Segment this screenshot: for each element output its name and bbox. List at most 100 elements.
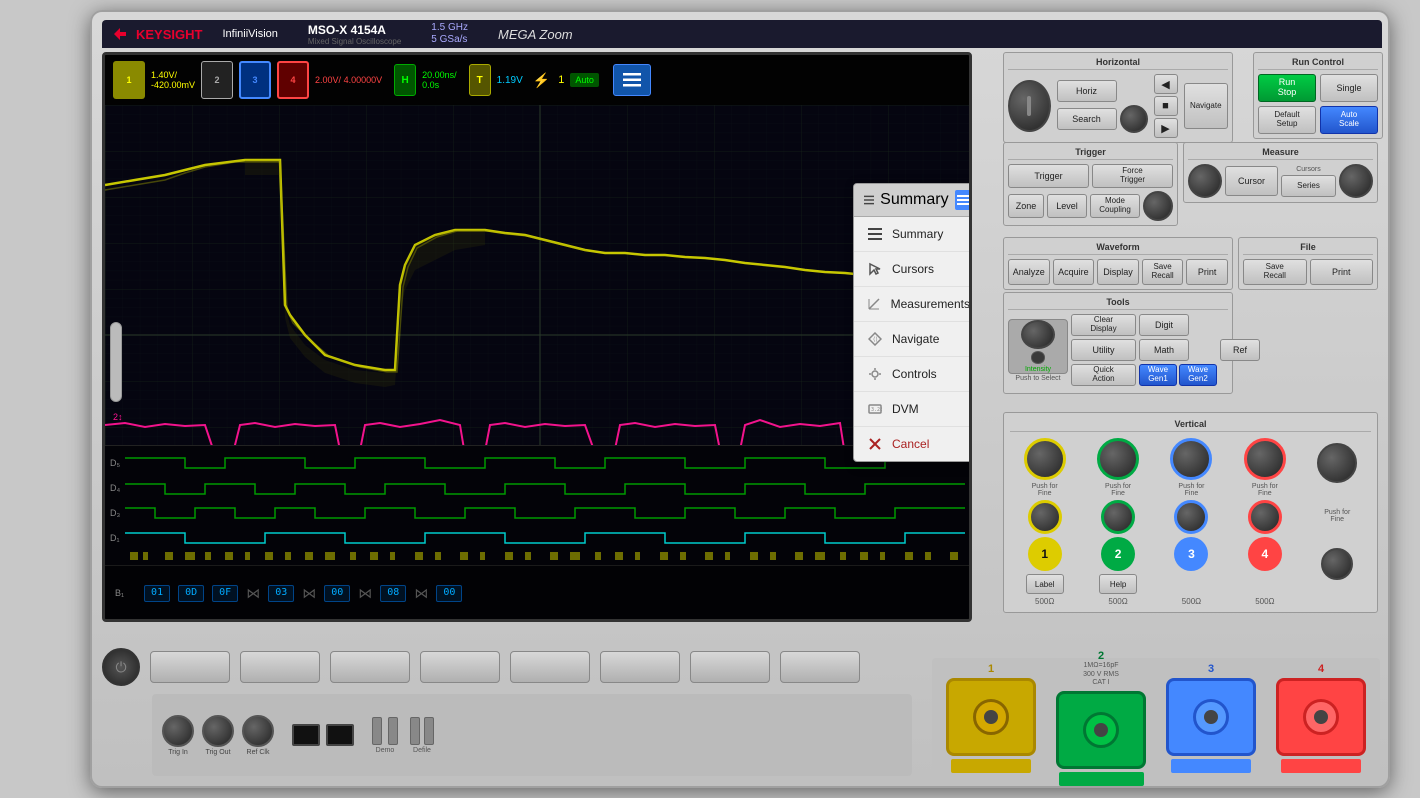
demo-probe-1[interactable] [372,717,382,745]
single-button[interactable]: Single [1320,74,1378,102]
bnc-ch1-body[interactable] [946,678,1036,756]
ch4-select-button[interactable]: 4 [1248,537,1282,571]
trig-out-bnc[interactable] [202,715,234,747]
ref-button[interactable]: Ref [1220,339,1260,361]
ch1-pos-knob[interactable] [1028,500,1062,534]
svg-text:3.28: 3.28 [871,407,882,413]
demo-probe-2[interactable] [388,717,398,745]
softkey-btn-2[interactable] [240,651,320,683]
clear-display-button[interactable]: ClearDisplay [1071,314,1136,336]
trig-label: Trig In [168,749,188,756]
ch1-select-button[interactable]: 1 [1028,537,1062,571]
trigger-button[interactable]: Trigger [1008,164,1089,188]
dropdown-icon-btn[interactable] [955,190,972,210]
dropdown-item-measurements[interactable]: Measurements [854,287,972,322]
ch1-label-button[interactable]: Label [1026,574,1064,594]
softkey-btn-8[interactable] [780,651,860,683]
summary-dropdown[interactable]: Summary Summ [853,183,972,462]
analyze-button[interactable]: Analyze [1008,259,1050,285]
nav-stop-button[interactable]: ■ [1154,96,1178,116]
ch2-scale-knob[interactable] [1097,438,1139,480]
bnc-ch4-body[interactable] [1276,678,1366,756]
bus-hex-2: 0F [212,585,238,602]
ch1-badge[interactable]: 1 [113,61,145,99]
softkey-btn-1[interactable] [150,651,230,683]
dropdown-item-controls[interactable]: Controls [854,357,972,392]
wave-gen2-button[interactable]: WaveGen2 [1179,364,1217,386]
run-stop-button[interactable]: RunStop [1258,74,1316,102]
summary-menu-button[interactable] [613,64,651,96]
zone-button[interactable]: Zone [1008,194,1044,218]
softkey-btn-4[interactable] [420,651,500,683]
ch3-pos-knob[interactable] [1174,500,1208,534]
ch4-badge[interactable]: 4 [277,61,309,99]
trig-bnc[interactable] [162,715,194,747]
vertical-pos-knob[interactable] [1321,548,1353,580]
softkey-btn-3[interactable] [330,651,410,683]
level-button[interactable]: Level [1047,194,1087,218]
acquire-button[interactable]: Acquire [1053,259,1095,285]
vertical-scale-knob[interactable] [1317,443,1357,483]
cursors-series-button[interactable]: Series [1281,175,1336,197]
trigger-knob[interactable] [1143,191,1173,221]
horiz-button[interactable]: Horiz [1057,80,1117,102]
measure-knob[interactable] [1188,164,1222,198]
measure-controls: Cursor Cursors Series [1188,164,1373,198]
h-badge[interactable]: H [394,64,416,96]
softkey-btn-5[interactable] [510,651,590,683]
ch3-badge[interactable]: 3 [239,61,271,99]
usb-port-2[interactable] [326,724,354,746]
usb-port-1[interactable] [292,724,320,746]
ch3-scale-knob[interactable] [1170,438,1212,480]
measurements-item-label: Measurements [891,297,970,311]
quick-action-button[interactable]: QuickAction [1071,364,1136,386]
dropdown-item-summary[interactable]: Summary [854,217,972,252]
ref-connector: Ref Clk [242,715,274,756]
print-file-button[interactable]: Print [1310,259,1374,285]
demo-ref-probe-2[interactable] [424,717,434,745]
ch4-scale-knob[interactable] [1244,438,1286,480]
dropdown-item-dvm[interactable]: 3.28 DVM [854,392,972,427]
intensity-knob[interactable] [1021,320,1055,350]
save-recall-button[interactable]: SaveRecall [1142,259,1184,285]
dropdown-item-navigate[interactable]: ⟨⟩ Navigate [854,322,972,357]
ch1-scale-knob[interactable] [1024,438,1066,480]
power-button[interactable]: ⏻ [102,648,140,686]
search-button[interactable]: Search [1057,108,1117,130]
wave-gen1-button[interactable]: WaveGen1 [1139,364,1177,386]
demo-ref-probe-1[interactable] [410,717,420,745]
measure-knob2[interactable] [1339,164,1373,198]
print-button[interactable]: Print [1186,259,1228,285]
ch2-help-button[interactable]: Help [1099,574,1137,594]
intensity-center[interactable] [1031,351,1045,363]
dropdown-item-cursors[interactable]: Cursors [854,252,972,287]
ch3-select-button[interactable]: 3 [1174,537,1208,571]
search-knob[interactable] [1120,105,1148,133]
bnc-ch2-body[interactable] [1056,691,1146,769]
math-button[interactable]: Math [1139,339,1189,361]
cursors-button[interactable]: Cursor [1225,166,1278,196]
ch2-pos-knob[interactable] [1101,500,1135,534]
nav-left-button[interactable]: ◀ [1154,74,1178,94]
softkey-btn-6[interactable] [600,651,680,683]
horizontal-main-knob[interactable] [1008,80,1051,132]
dropdown-item-cancel[interactable]: Cancel [854,427,972,461]
digit-button[interactable]: Digit [1139,314,1189,336]
mode-coupling-button[interactable]: ModeCoupling [1090,194,1140,218]
utility-button[interactable]: Utility [1071,339,1136,361]
navigate-button[interactable]: Navigate [1184,83,1229,129]
save-recall-file-button[interactable]: SaveRecall [1243,259,1307,285]
ch2-select-button[interactable]: 2 [1101,537,1135,571]
default-setup-button[interactable]: DefaultSetup [1258,106,1316,134]
nav-right-button[interactable]: ▶ [1154,118,1178,138]
h-label: H [402,75,409,86]
display-button[interactable]: Display [1097,259,1139,285]
ref-bnc[interactable] [242,715,274,747]
softkey-btn-7[interactable] [690,651,770,683]
force-trigger-button[interactable]: ForceTrigger [1092,164,1173,188]
ch2-badge[interactable]: 2 [201,61,233,99]
t-badge[interactable]: T [469,64,491,96]
ch4-pos-knob[interactable] [1248,500,1282,534]
bnc-ch3-body[interactable] [1166,678,1256,756]
auto-scale-button[interactable]: AutoScale [1320,106,1378,134]
